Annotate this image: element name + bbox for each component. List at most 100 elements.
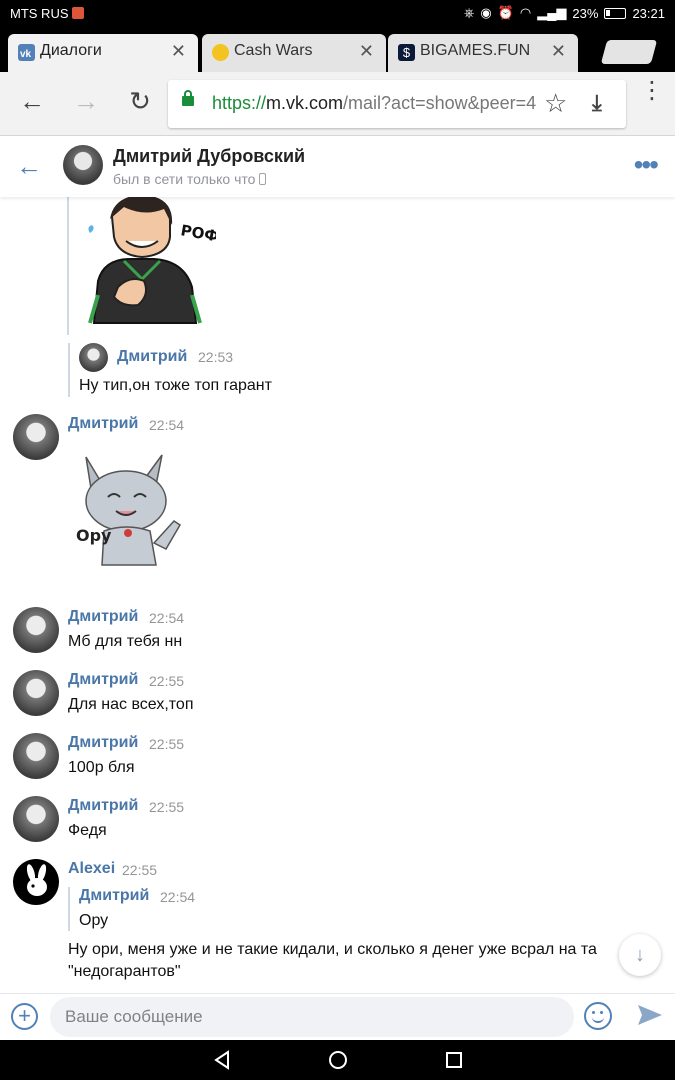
signal-icon: ▂▄▆ bbox=[537, 5, 567, 20]
carrier-name: MTS RUS bbox=[10, 6, 69, 21]
chevron-down-icon: ↓ bbox=[635, 944, 645, 966]
sticker-caption-rofl: РОФЛ! bbox=[179, 221, 216, 249]
message-text: Федя bbox=[68, 822, 107, 839]
message-text: 100р бля bbox=[68, 759, 135, 776]
status-icons: ⎈ ◉ ⏰ ◠ ▂▄▆ 23% 23:21 bbox=[464, 5, 665, 21]
forward-line bbox=[68, 343, 70, 397]
tab-title: Cash Wars bbox=[234, 42, 313, 59]
message-time: 22:54 bbox=[160, 889, 196, 905]
browser-menu-icon[interactable]: ⋮ bbox=[640, 79, 664, 103]
conversation-header: ← Дмитрий Дубровский был в сети только ч… bbox=[0, 137, 675, 197]
operator-app-icon bbox=[71, 7, 84, 19]
carrier-label: MTS RUS bbox=[10, 6, 84, 21]
nav-recents-icon[interactable] bbox=[444, 1050, 464, 1070]
avatar[interactable] bbox=[63, 145, 103, 185]
forward-line bbox=[67, 197, 69, 335]
tab-bigames[interactable]: $ BIGAMES.FUN - $ ✕ bbox=[388, 34, 578, 72]
message-text: Для нас всех,топ bbox=[68, 696, 194, 713]
sticker-ory[interactable]: Ору bbox=[74, 451, 194, 573]
wifi-icon: ◠ bbox=[519, 5, 532, 20]
sender-name[interactable]: Дмитрий bbox=[68, 671, 138, 689]
message-text: Ну ори, меня уже и не такие кидали, и ск… bbox=[68, 941, 597, 958]
message-time: 22:55 bbox=[149, 673, 185, 689]
message-text: "недогарантов" bbox=[68, 963, 181, 980]
tab-cash-wars[interactable]: Cash Wars ✕ bbox=[202, 34, 386, 72]
avatar[interactable] bbox=[13, 796, 59, 842]
close-tab-icon[interactable]: ✕ bbox=[359, 41, 374, 62]
sender-name[interactable]: Дмитрий bbox=[68, 415, 138, 433]
vk-icon: vk bbox=[18, 44, 35, 61]
nav-back-icon[interactable] bbox=[212, 1050, 232, 1070]
scroll-down-button[interactable]: ↓ bbox=[619, 934, 661, 976]
new-tab-button[interactable] bbox=[600, 40, 658, 64]
avatar[interactable] bbox=[13, 733, 59, 779]
system-navigation-bar bbox=[0, 1040, 675, 1080]
message-history[interactable]: РОФЛ! Дмитрий 22:53 Ну тип,он тоже топ г… bbox=[0, 197, 675, 993]
attach-plus-icon[interactable]: + bbox=[11, 1003, 38, 1030]
tab-title: BIGAMES.FUN - $ bbox=[420, 42, 535, 59]
message-time: 22:55 bbox=[149, 799, 185, 815]
bunny-logo-icon bbox=[26, 864, 47, 896]
browser-tab-strip: vk Диалоги ✕ Cash Wars ✕ $ BIGAMES.FUN -… bbox=[0, 28, 675, 72]
coin-icon bbox=[212, 44, 229, 61]
emoji-icon[interactable] bbox=[584, 1002, 612, 1030]
url-field[interactable]: https://m.vk.com/mail?act=show&peer=4 ☆ … bbox=[168, 80, 626, 128]
back-arrow-icon[interactable]: ← bbox=[16, 151, 42, 182]
avatar[interactable] bbox=[13, 414, 59, 460]
avatar[interactable] bbox=[13, 670, 59, 716]
url-host: m.vk.com bbox=[266, 93, 344, 113]
message-time: 22:54 bbox=[149, 610, 185, 626]
close-tab-icon[interactable]: ✕ bbox=[551, 41, 566, 62]
online-status-text: был в сети только что bbox=[113, 171, 256, 187]
message-time: 22:55 bbox=[149, 736, 185, 752]
conversation-title[interactable]: Дмитрий Дубровский bbox=[113, 146, 305, 167]
close-tab-icon[interactable]: ✕ bbox=[171, 41, 186, 62]
message-time: 22:53 bbox=[198, 349, 234, 365]
forwarded-text: Ору bbox=[79, 912, 109, 929]
sender-name[interactable]: Дмитрий bbox=[68, 608, 138, 626]
back-icon[interactable]: ← bbox=[14, 86, 50, 117]
mobile-icon bbox=[259, 173, 267, 185]
sender-name[interactable]: Дмитрий bbox=[117, 348, 187, 366]
sender-name[interactable]: Дмитрий bbox=[68, 734, 138, 752]
sticker-caption-ory: Ору bbox=[76, 526, 112, 545]
eye-comfort-icon: ◉ bbox=[480, 5, 492, 20]
download-icon[interactable]: ⤓ bbox=[592, 90, 602, 116]
battery-icon bbox=[604, 7, 627, 19]
sticker-rofl[interactable]: РОФЛ! bbox=[84, 197, 216, 332]
tab-dialogs[interactable]: vk Диалоги ✕ bbox=[8, 34, 198, 72]
send-icon[interactable] bbox=[636, 1001, 664, 1029]
url-text[interactable]: https://m.vk.com/mail?act=show&peer=4 bbox=[212, 93, 542, 114]
message-text: Ну тип,он тоже топ гарант bbox=[79, 377, 272, 394]
forward-icon[interactable]: → bbox=[68, 86, 104, 117]
url-path: /mail?act=show&peer=4 bbox=[343, 93, 537, 113]
message-input[interactable] bbox=[50, 997, 574, 1037]
more-options-icon[interactable]: ••• bbox=[634, 149, 659, 181]
sender-name[interactable]: Alexei bbox=[68, 860, 115, 878]
tab-title: Диалоги bbox=[40, 42, 102, 59]
avatar[interactable] bbox=[79, 343, 108, 372]
avatar[interactable] bbox=[13, 859, 59, 905]
lock-icon bbox=[182, 90, 194, 106]
online-status: был в сети только что bbox=[113, 171, 267, 187]
status-bar: MTS RUS ⎈ ◉ ⏰ ◠ ▂▄▆ 23% 23:21 bbox=[0, 0, 675, 28]
nav-home-icon[interactable] bbox=[328, 1050, 348, 1070]
dollar-icon: $ bbox=[398, 44, 415, 61]
forwarded-sender[interactable]: Дмитрий bbox=[79, 887, 149, 905]
reload-icon[interactable]: ↻ bbox=[122, 86, 158, 117]
url-scheme: https:// bbox=[212, 93, 267, 113]
message-time: 22:55 bbox=[122, 862, 158, 878]
avatar[interactable] bbox=[13, 607, 59, 653]
address-bar: ← → ↻ https://m.vk.com/mail?act=show&pee… bbox=[0, 72, 675, 136]
alarm-icon: ⏰ bbox=[497, 5, 514, 20]
clock: 23:21 bbox=[632, 5, 665, 21]
message-text: Мб для тебя нн bbox=[68, 633, 183, 650]
nfc-icon: ⎈ bbox=[463, 5, 475, 20]
message-time: 22:54 bbox=[149, 417, 185, 433]
bookmark-star-icon[interactable]: ☆ bbox=[544, 88, 567, 119]
sender-name[interactable]: Дмитрий bbox=[68, 797, 138, 815]
message-composer: + bbox=[0, 993, 675, 1040]
forward-line bbox=[68, 887, 70, 931]
svg-text:vk: vk bbox=[20, 49, 32, 60]
battery-percent: 23% bbox=[572, 5, 599, 21]
